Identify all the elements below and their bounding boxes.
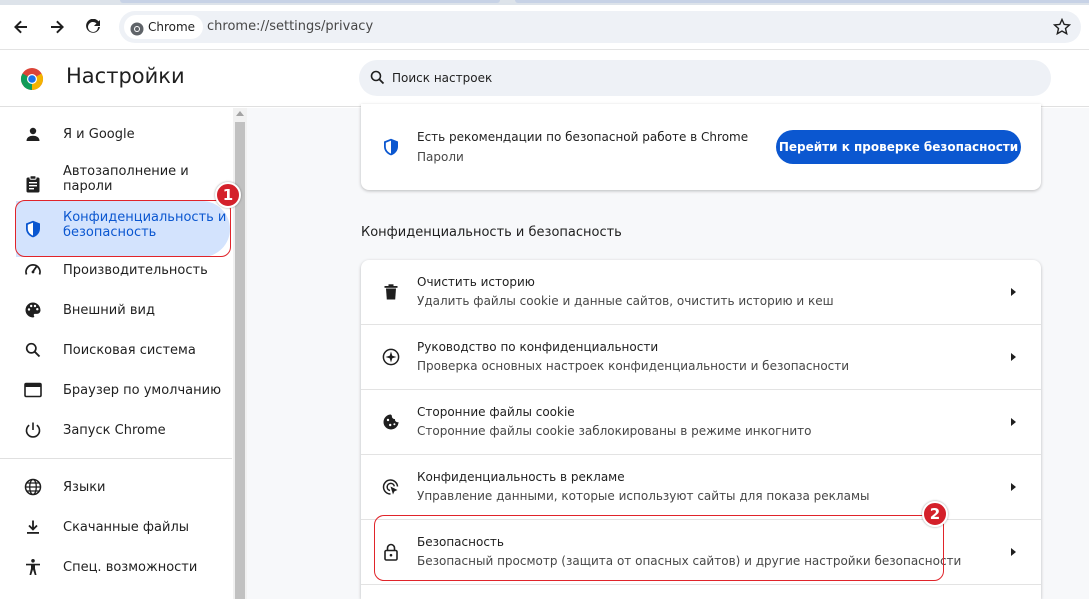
forward-arrow-icon [51, 20, 64, 34]
scroll-up-arrow-icon[interactable] [236, 111, 244, 116]
globe-icon [24, 478, 42, 496]
chevron-right-icon [1011, 483, 1016, 491]
row-subtitle: Проверка основных настроек конфиденциаль… [417, 359, 850, 373]
sidebar-item-label: Я и Google [63, 126, 135, 142]
safety-card-subtitle: Пароли [417, 150, 464, 164]
site-chip[interactable]: Chrome [124, 15, 204, 39]
tab-background [120, 0, 500, 3]
back-arrow-icon [14, 20, 27, 34]
row-title: Конфиденциальность в рекламе [417, 470, 625, 484]
power-icon [24, 421, 42, 439]
reload-icon [86, 19, 100, 33]
row-title: Очистить историю [417, 275, 535, 289]
sidebar-item-label: Скачанные файлы [63, 519, 190, 535]
browser-window-icon [24, 381, 42, 399]
clipboard-icon [24, 175, 42, 193]
chevron-right-icon [1011, 548, 1016, 556]
chevron-right-icon [1011, 353, 1016, 361]
sidebar-item-appearance[interactable]: Внешний вид [0, 298, 232, 322]
reload-button[interactable] [79, 13, 107, 41]
annotation-highlight-1 [15, 200, 231, 257]
forward-button[interactable] [43, 13, 71, 41]
speedometer-icon [24, 261, 42, 279]
back-button[interactable] [7, 13, 35, 41]
shield-icon [383, 138, 399, 160]
row-privacy-guide[interactable]: Руководство по конфиденциальности Провер… [361, 325, 1041, 390]
section-title: Конфиденциальность и безопасность [361, 225, 622, 240]
cookie-icon [381, 412, 401, 432]
site-chip-label: Chrome [148, 20, 196, 34]
sidebar-item-label: Запуск Chrome [63, 422, 166, 438]
safety-card-title: Есть рекомендации по безопасной работе в… [417, 130, 749, 144]
sidebar-item-label: Спец. возможности [63, 559, 198, 575]
row-third-party-cookies[interactable]: Сторонние файлы cookie Сторонние файлы c… [361, 390, 1041, 455]
url-text[interactable]: chrome://settings/privacy [207, 11, 373, 43]
row-title: Сторонние файлы cookie [417, 405, 575, 419]
chrome-logo-icon [20, 67, 44, 95]
chevron-right-icon [1011, 418, 1016, 426]
address-bar[interactable]: Chrome chrome://settings/privacy [119, 11, 1081, 43]
sidebar-item-autofill[interactable]: Автозаполнение и пароли [0, 164, 232, 204]
sidebar-item-label: Поисковая система [63, 342, 196, 358]
search-icon [24, 341, 42, 359]
tab-background [515, 0, 1089, 3]
sidebar-item-performance[interactable]: Производительность [0, 258, 232, 282]
bookmark-star-icon[interactable] [1052, 17, 1072, 40]
sidebar-item-search-engine[interactable]: Поисковая система [0, 338, 232, 362]
row-title: Руководство по конфиденциальности [417, 340, 659, 354]
accessibility-icon [24, 558, 42, 576]
sidebar-item-label: Браузер по умолчанию [63, 382, 222, 398]
row-divider [361, 584, 1041, 585]
sidebar-item-label: Внешний вид [63, 302, 155, 318]
page-title: Настройки [66, 64, 185, 88]
person-icon [24, 125, 42, 143]
annotation-badge-2: 2 [922, 501, 948, 527]
row-subtitle: Сторонние файлы cookie заблокированы в р… [417, 424, 812, 438]
sidebar-item-on-startup[interactable]: Запуск Chrome [0, 418, 232, 442]
row-subtitle: Управление данными, которые используют с… [417, 489, 870, 503]
browser-toolbar: Chrome chrome://settings/privacy [0, 5, 1089, 50]
sidebar-item-label: Языки [63, 479, 106, 495]
row-clear-history[interactable]: Очистить историю Удалить файлы cookie и … [361, 260, 1041, 325]
sidebar: Я и Google Автозаполнение и пароли Конфи… [0, 108, 232, 599]
ads-icon [381, 477, 401, 497]
annotation-highlight-2 [374, 515, 944, 581]
search-input[interactable] [392, 60, 1032, 96]
sidebar-divider [0, 458, 232, 459]
sidebar-item-languages[interactable]: Языки [0, 475, 232, 499]
safety-check-button[interactable]: Перейти к проверке безопасности [776, 130, 1021, 164]
search-box[interactable] [359, 60, 1051, 96]
sidebar-item-downloads[interactable]: Скачанные файлы [0, 515, 232, 539]
sidebar-item-label: Производительность [63, 262, 208, 278]
settings-header: Настройки [0, 50, 1089, 107]
sidebar-item-default-browser[interactable]: Браузер по умолчанию [0, 378, 232, 402]
search-icon [370, 70, 385, 89]
chevron-right-icon [1011, 288, 1016, 296]
chrome-icon [130, 20, 144, 44]
compass-icon [381, 347, 401, 367]
sidebar-item-accessibility[interactable]: Спец. возможности [0, 555, 232, 579]
trash-icon [381, 282, 401, 302]
download-icon [24, 518, 42, 536]
palette-icon [24, 301, 42, 319]
sidebar-item-label: Автозаполнение и пароли [63, 164, 189, 194]
annotation-badge-1: 1 [215, 182, 241, 208]
sidebar-item-you-and-google[interactable]: Я и Google [0, 122, 232, 146]
safety-check-card: Есть рекомендации по безопасной работе в… [361, 104, 1041, 190]
row-subtitle: Удалить файлы cookie и данные сайтов, оч… [417, 294, 834, 308]
